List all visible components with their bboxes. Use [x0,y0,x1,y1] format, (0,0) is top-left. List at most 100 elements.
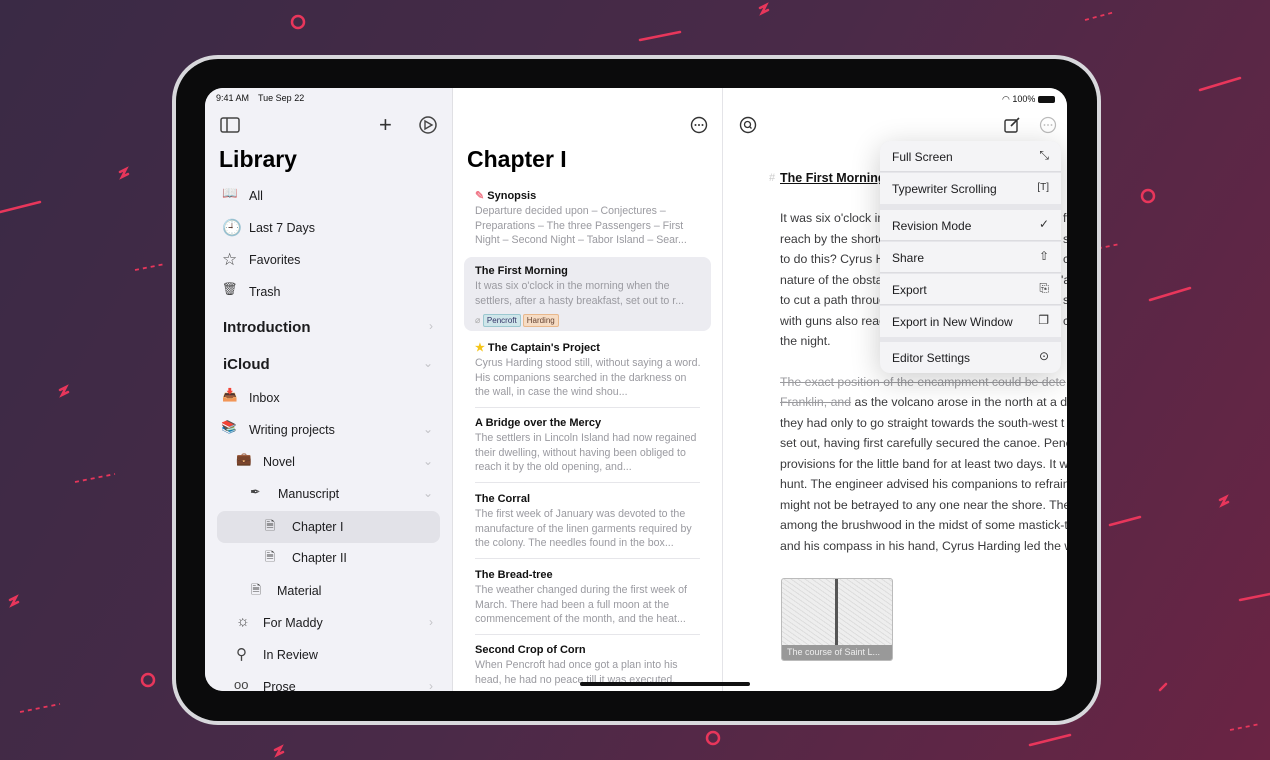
editor-line: Franklin, and as the volcano arose in th… [780,395,1067,409]
sheet-snippet: The weather changed during the first wee… [475,584,687,625]
editor-line-fragment: c [1063,314,1067,328]
books-icon: 📚 [221,420,237,434]
gear-icon[interactable] [418,115,438,135]
inbox-icon: 📥 [222,388,238,402]
flag-icon: ✎ [475,190,488,202]
list-title: Chapter I [467,146,567,172]
sidebar-item-chapter-1[interactable]: 🗎 Chapter I [217,511,440,543]
wifi-icon: ◠ [1002,94,1013,104]
editor-line: to do this? Cyrus Ha [780,252,892,266]
export-window-icon: ❐ [1038,313,1049,327]
menu-item-typewriter-scrolling[interactable]: Typewriter Scrolling [T] [880,173,1061,204]
chevron-right-icon: › [429,319,433,333]
editor[interactable]: ◠ 100% # The First Morning It was six o'… [723,88,1067,691]
sheet-title: Synopsis [487,190,537,202]
sheet-snippet: Departure decided upon – Conjectures – P… [475,205,687,246]
sidebar-item-label: For Maddy [263,616,323,630]
sidebar-toggle-icon[interactable] [220,117,240,133]
sun-icon: ☼ [236,613,250,630]
editor-line: set out, having first carefully secured … [780,436,1067,450]
sidebar-item-label: Manuscript [278,487,340,501]
trash-icon: 🗑 [222,282,238,296]
editor-line: might not be betrayed to any one near th… [780,498,1067,512]
home-indicator[interactable] [580,682,750,686]
menu-item-export[interactable]: Export ⎘ [880,274,1061,305]
sheet-title: Second Crop of Corn [475,644,586,656]
document-icon: 🗎 [265,519,276,533]
sheet-the-first-morning[interactable]: The First Morning It was six o'clock in t… [475,265,701,328]
section-icloud[interactable]: iCloud ⌄ [205,349,453,379]
sidebar-item-label: All [249,189,263,203]
sidebar-item-all[interactable]: 📖 All [205,181,453,211]
search-icon[interactable] [739,116,757,134]
ellipsis-icon[interactable] [690,116,708,134]
section-introduction[interactable]: Introduction › [205,312,453,342]
sheet-synopsis[interactable]: ✎ Synopsis Departure decided upon – Conje… [475,189,701,248]
compose-icon[interactable] [1003,116,1021,134]
sidebar-item-in-review[interactable]: ⚲ In Review [205,640,453,670]
sheet-a-bridge-over-the-mercy[interactable]: A Bridge over the Mercy The settlers in L… [475,417,701,475]
sidebar-item-label: Last 7 Days [249,221,316,235]
sheet-list: Chapter I ✎ Synopsis Departure decided up… [453,88,723,691]
sidebar-item-material[interactable]: 🗎 Material [205,576,453,606]
sidebar-item-label: Chapter II [292,551,347,565]
sheet-snippet: The settlers in Lincoln Island had now r… [475,432,697,473]
more-menu: Full Screen ⤡ Typewriter Scrolling [T] Rev… [880,141,1061,373]
editor-line-fragment: sl [1063,232,1067,246]
settings-icon: ⊙ [1038,349,1049,363]
sidebar-item-writing-projects[interactable]: 📚 Writing projects ⌄ [205,415,453,445]
tag-harding[interactable]: Harding [522,314,559,327]
editor-line: and his compass in his hand, Cyrus Hardi… [780,539,1067,553]
menu-item-label: Full Screen [892,150,953,164]
editor-line: among the brushwood in the midst of some… [780,518,1067,532]
sheet-the-corral[interactable]: The Corral The first week of January was … [475,493,701,551]
attachment-icon: ⌀ [475,315,483,325]
glasses-icon: oo [234,677,249,691]
status-date: Tue Sep 22 [258,93,305,103]
sidebar-item-novel[interactable]: 💼 Novel ⌄ [205,447,453,477]
add-icon[interactable]: + [379,112,392,138]
sidebar-item-chapter-2[interactable]: 🗎 Chapter II [205,543,453,573]
menu-item-export-new-window[interactable]: Export in New Window ❐ [880,306,1061,337]
menu-item-editor-settings[interactable]: Editor Settings ⊙ [880,342,1061,373]
sidebar-item-inbox[interactable]: 📥 Inbox [205,383,453,413]
sidebar-item-label: Writing projects [249,423,335,437]
sidebar-item-label: Inbox [249,391,280,405]
menu-item-revision-mode[interactable]: Revision Mode ✓ [880,210,1061,241]
sidebar-item-last-7-days[interactable]: 🕘 Last 7 Days [205,213,453,243]
sheet-title: The Captain's Project [487,342,600,354]
menu-item-label: Editor Settings [892,351,971,365]
sheet-second-crop-of-corn[interactable]: Second Crop of Corn When Pencroft had onc… [475,644,701,687]
menu-item-share[interactable]: Share ⇧ [880,242,1061,273]
checkmark-seal-icon: ✓ [1038,217,1049,231]
sidebar-item-label: Prose [263,680,296,691]
menu-item-label: Share [892,251,925,265]
sheet-the-bread-tree[interactable]: The Bread-tree The weather changed during… [475,569,701,627]
tag-pencroft[interactable]: Pencroft [482,314,521,327]
sidebar-item-manuscript[interactable]: ✒ Manuscript ⌄ [205,479,453,509]
chevron-down-icon: ⌄ [422,486,433,500]
menu-item-full-screen[interactable]: Full Screen ⤡ [880,141,1061,172]
map-image-attachment[interactable]: The course of Saint L... [781,578,893,661]
sidebar-item-favorites[interactable]: ☆ Favorites [205,245,453,275]
sidebar-item-label: Material [277,584,322,598]
more-icon[interactable] [1039,116,1057,134]
heading-marker: # [769,172,776,184]
sheet-snippet: The first week of January was devoted to… [475,508,692,549]
sheet-title: The Bread-tree [475,569,553,581]
battery-status: ◠ 100% [1002,94,1055,105]
briefcase-icon: 💼 [236,452,252,466]
editor-line-fragment: 'a [1061,273,1067,287]
ipad-screen: 9:41 AM Tue Sep 22 + Library 📖 All 🕘 Last … [205,88,1067,691]
divider [475,482,700,483]
editor-line-fragment: c [1063,252,1067,266]
sidebar-item-prose[interactable]: oo Prose › [205,672,453,691]
sidebar-item-trash[interactable]: 🗑 Trash [205,277,453,307]
chevron-down-icon: ⌄ [422,356,433,370]
sheet-the-captains-project[interactable]: ★ The Captain's Project Cyrus Harding sto… [475,341,701,400]
sidebar-item-label: Chapter I [292,520,344,534]
editor-line-fragment: ft [1063,211,1067,225]
menu-item-label: Typewriter Scrolling [892,182,997,196]
typewriter-icon: [T] [1037,182,1049,193]
sidebar-item-for-maddy[interactable]: ☼ For Maddy › [205,608,453,638]
